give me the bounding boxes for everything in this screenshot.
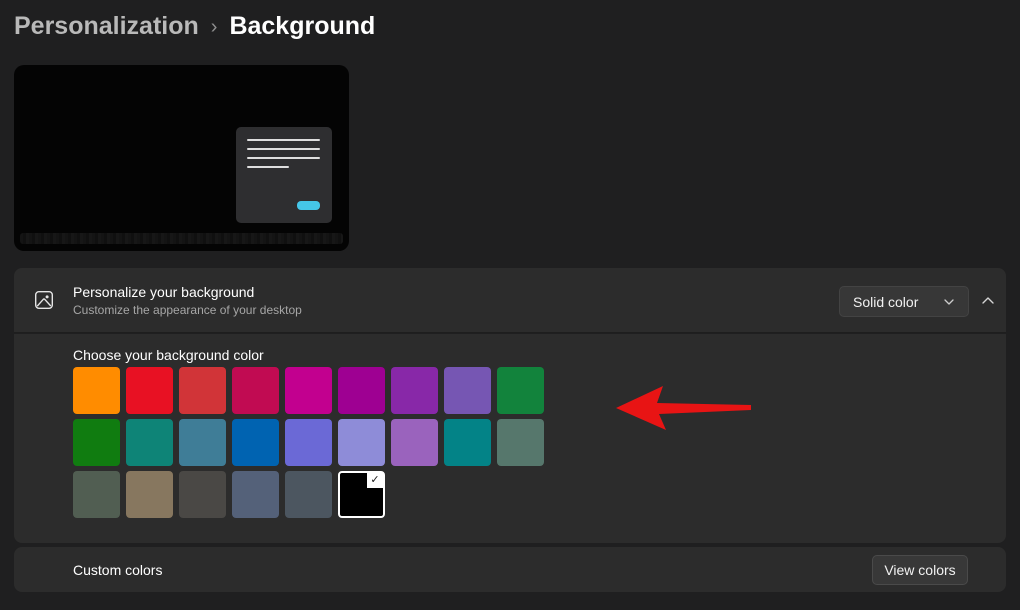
color-swatch[interactable] [73,367,120,414]
preview-accent-button [297,201,320,210]
dropdown-value: Solid color [853,294,918,310]
personalize-background-expander[interactable]: Personalize your background Customize th… [14,268,1006,333]
view-colors-button[interactable]: View colors [872,555,968,585]
color-swatch[interactable] [444,367,491,414]
preview-text-line [247,166,289,168]
preview-text-line [247,157,320,159]
color-swatch[interactable] [232,471,279,518]
personalize-subtitle: Customize the appearance of your desktop [73,303,302,317]
color-swatch[interactable] [391,419,438,466]
page-title: Background [229,12,375,41]
color-swatch[interactable] [73,471,120,518]
color-swatch[interactable] [126,419,173,466]
preview-taskbar [20,233,343,244]
chevron-down-icon [943,296,955,308]
color-swatch[interactable] [285,471,332,518]
preview-text-line [247,148,320,150]
custom-colors-row: Custom colors View colors [14,547,1006,592]
color-swatch[interactable] [391,367,438,414]
color-grid: ✓ [73,367,544,518]
personalize-title: Personalize your background [73,284,302,300]
breadcrumb-personalization[interactable]: Personalization [14,12,199,41]
preview-window [236,127,332,223]
expander-text: Personalize your background Customize th… [73,284,302,317]
color-swatch[interactable] [444,419,491,466]
color-swatch[interactable] [232,419,279,466]
background-preview [14,65,349,251]
chevron-up-icon[interactable] [979,292,997,310]
color-swatch[interactable] [285,419,332,466]
breadcrumb: Personalization › Background [14,12,375,41]
check-icon: ✓ [367,473,383,488]
preview-text-line [247,139,320,141]
color-swatch-selected[interactable]: ✓ [338,471,385,518]
background-type-dropdown[interactable]: Solid color [839,286,969,317]
color-swatch[interactable] [497,419,544,466]
color-swatch[interactable] [179,367,226,414]
color-swatch[interactable] [285,367,332,414]
choose-color-label: Choose your background color [73,347,264,363]
custom-colors-label: Custom colors [73,562,162,578]
breadcrumb-separator-icon: › [211,14,218,39]
color-swatch[interactable] [338,419,385,466]
color-swatch[interactable] [126,471,173,518]
color-swatch[interactable] [126,367,173,414]
color-swatch[interactable] [232,367,279,414]
color-swatch[interactable] [497,367,544,414]
settings-background-page: Personalization › Background Personalize… [0,0,1020,610]
color-swatch[interactable] [179,471,226,518]
color-swatch[interactable] [73,419,120,466]
image-icon [34,290,54,310]
background-color-section: Choose your background color ✓ [14,334,1006,543]
color-swatch[interactable] [179,419,226,466]
color-swatch[interactable] [338,367,385,414]
